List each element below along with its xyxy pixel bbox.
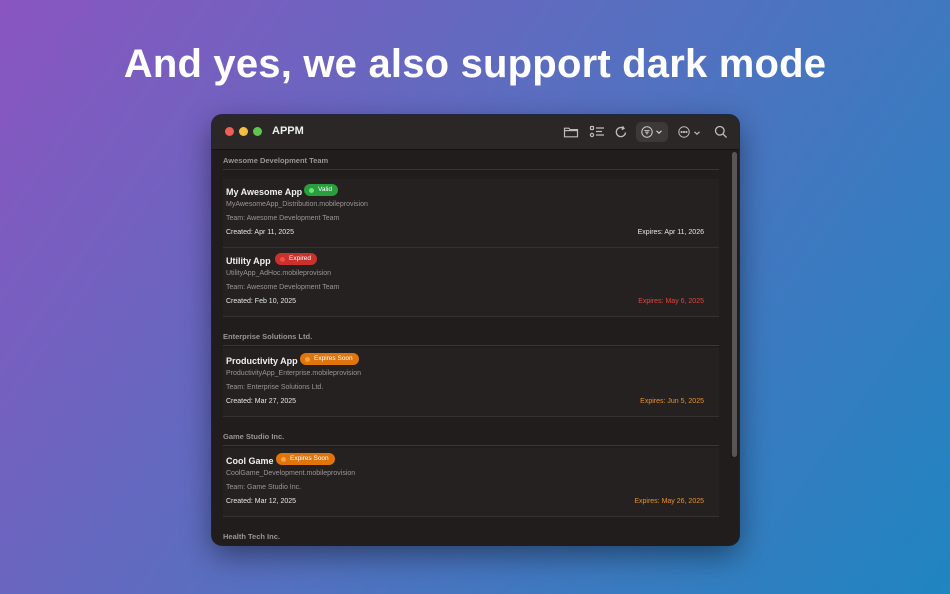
filter-button[interactable] (636, 122, 668, 142)
status-badge: Expires Soon (276, 453, 335, 465)
profile-card[interactable]: Productivity App Expires Soon Productivi… (223, 348, 719, 417)
status-badge-label: Expired (289, 255, 312, 262)
app-name: Utility App (226, 256, 271, 266)
titlebar: APPM (212, 115, 739, 150)
section-header: Awesome Development Team (223, 156, 329, 165)
file-name: ProductivityApp_Enterprise.mobileprovisi… (226, 370, 362, 377)
search-icon[interactable] (712, 123, 730, 141)
file-name: CoolGame_Development.mobileprovision (226, 470, 356, 477)
scrollbar-thumb[interactable] (732, 152, 737, 457)
created-date: Created: Mar 27, 2025 (226, 398, 297, 405)
status-dot (305, 356, 310, 362)
section-header: Health Tech Inc. (223, 532, 280, 541)
status-badge-label: Expires Soon (290, 455, 329, 462)
profile-list: Awesome Development Team My Awesome App … (212, 150, 729, 545)
divider (223, 169, 719, 170)
status-dot (280, 256, 285, 262)
status-dot (281, 456, 286, 462)
profile-card[interactable]: Utility App Expired UtilityApp_AdHoc.mob… (223, 248, 719, 317)
profile-card[interactable]: Cool Game Expires Soon CoolGame_Developm… (223, 448, 719, 517)
team-name: Team: Enterprise Solutions Ltd. (226, 384, 324, 391)
folder-icon[interactable] (562, 123, 580, 141)
chevron-down-icon (694, 131, 700, 136)
file-name: UtilityApp_AdHoc.mobileprovision (226, 270, 332, 277)
window-title: APPM (272, 125, 304, 137)
created-date: Created: Feb 10, 2025 (226, 298, 297, 305)
app-name: Productivity App (226, 356, 298, 366)
list-icon[interactable] (588, 123, 606, 141)
status-badge-label: Expires Soon (314, 355, 353, 362)
profile-card[interactable]: My Awesome App Valid MyAwesomeApp_Distri… (223, 179, 719, 248)
created-date: Created: Apr 11, 2025 (226, 229, 294, 236)
status-badge: Expires Soon (300, 353, 359, 365)
zoom-window-button[interactable] (253, 127, 262, 136)
expiry-date: Expires: Jun 5, 2025 (640, 398, 704, 405)
section-header: Enterprise Solutions Ltd. (223, 332, 313, 341)
app-name: My Awesome App (226, 187, 303, 197)
team-name: Team: Awesome Development Team (226, 284, 340, 291)
divider (223, 345, 719, 346)
file-name: MyAwesomeApp_Distribution.mobileprovisio… (226, 201, 368, 208)
status-badge-label: Valid (318, 186, 332, 193)
refresh-icon[interactable] (612, 123, 630, 141)
filter-icon (641, 126, 653, 138)
app-window: APPM Awesome Development Team My Awesome… (212, 115, 739, 545)
expiry-date: Expires: Apr 11, 2026 (637, 229, 704, 236)
team-name: Team: Game Studio Inc. (226, 484, 302, 491)
more-button[interactable] (678, 123, 704, 141)
expiry-date: Expires: May 26, 2025 (634, 498, 704, 505)
more-icon (678, 126, 690, 138)
status-dot (309, 187, 314, 193)
headline: And yes, we also support dark mode (123, 42, 827, 86)
status-badge: Expired (275, 253, 318, 265)
minimize-window-button[interactable] (239, 127, 248, 136)
status-badge: Valid (304, 184, 338, 196)
divider (223, 445, 719, 446)
created-date: Created: Mar 12, 2025 (226, 498, 297, 505)
chevron-down-icon (656, 130, 662, 135)
section-header: Game Studio Inc. (223, 432, 285, 441)
app-name: Cool Game (226, 456, 274, 466)
expiry-date: Expires: May 6, 2025 (638, 298, 704, 305)
close-window-button[interactable] (225, 127, 234, 136)
team-name: Team: Awesome Development Team (226, 215, 340, 222)
